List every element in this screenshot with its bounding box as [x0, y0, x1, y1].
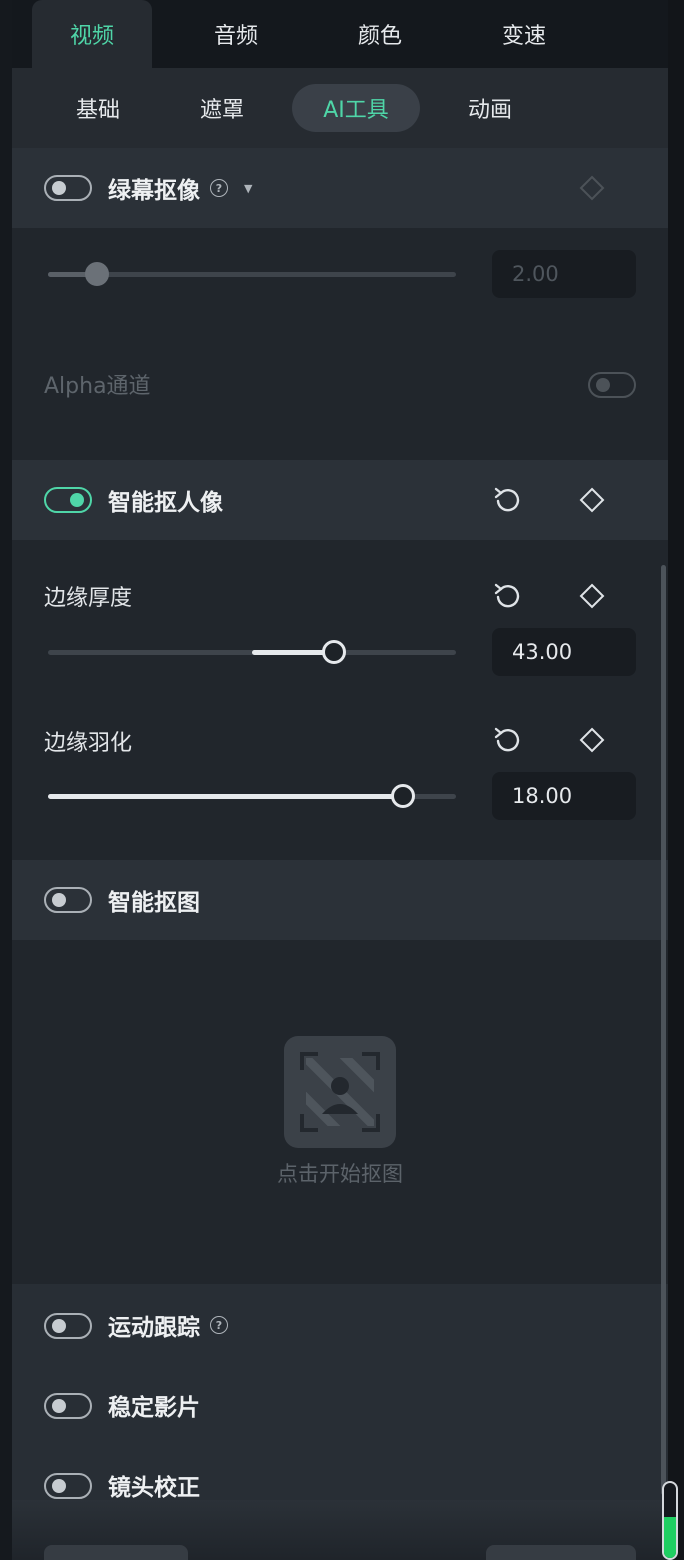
smart-cutout-toggle[interactable] [44, 887, 92, 913]
motion-tracking-toggle[interactable] [44, 1313, 92, 1339]
subtab-mask[interactable]: 遮罩 [180, 84, 264, 132]
help-icon[interactable]: ? [210, 179, 228, 197]
right-edge-strip [668, 0, 684, 1560]
audio-level-meter [662, 1481, 678, 1560]
subtab-animation[interactable]: 动画 [448, 84, 532, 132]
reset-icon[interactable] [490, 578, 526, 614]
subtab-basic[interactable]: 基础 [56, 84, 140, 132]
keyframe-diamond-icon[interactable] [574, 170, 610, 206]
stabilize-title: 稳定影片 [108, 1395, 200, 1421]
start-cutout-link[interactable]: 点击开始抠图 [12, 1158, 668, 1188]
dropdown-arrow-icon[interactable]: ▼ [244, 182, 252, 195]
edge-feather-label: 边缘羽化 [44, 731, 133, 756]
reset-all-button[interactable] [44, 1545, 188, 1560]
green-screen-value[interactable]: 2.00 [492, 250, 636, 298]
smart-cutout-header: 智能抠图 [12, 860, 668, 940]
edge-feather-value[interactable]: 18.00 [492, 772, 636, 820]
smart-cutout-title: 智能抠图 [108, 890, 200, 916]
top-tab-bar: 视频 音频 颜色 变速 [12, 0, 668, 68]
edge-thickness-slider[interactable] [48, 637, 456, 667]
green-screen-title-row: 绿幕抠像 ? ▼ [108, 148, 252, 228]
help-icon[interactable]: ? [210, 1316, 228, 1334]
properties-panel: 视频 音频 颜色 变速 基础 遮罩 AI工具 动画 绿幕抠像 ? ▼ 2.00 … [12, 0, 668, 1560]
tab-video[interactable]: 视频 [32, 0, 152, 68]
edge-thickness-value[interactable]: 43.00 [492, 628, 636, 676]
reset-icon[interactable] [490, 722, 526, 758]
ok-button[interactable] [486, 1545, 636, 1560]
left-edge-strip [0, 0, 12, 1560]
reset-icon[interactable] [490, 482, 526, 518]
tab-audio[interactable]: 音频 [176, 0, 296, 68]
green-screen-title: 绿幕抠像 [108, 178, 200, 204]
smart-portrait-toggle[interactable] [44, 487, 92, 513]
sub-tab-bar: 基础 遮罩 AI工具 动画 [12, 68, 668, 148]
motion-tracking-row: 运动跟踪 ? [108, 1308, 228, 1342]
cutout-image-icon[interactable] [284, 1036, 396, 1148]
keyframe-diamond-icon[interactable] [574, 578, 610, 614]
green-screen-slider[interactable] [48, 259, 456, 289]
green-screen-toggle[interactable] [44, 175, 92, 201]
alpha-channel-label: Alpha通道 [44, 374, 151, 399]
alpha-channel-toggle[interactable] [588, 372, 636, 398]
subtab-ai-tools[interactable]: AI工具 [292, 84, 420, 132]
smart-portrait-header: 智能抠人像 [12, 460, 668, 540]
lens-correction-toggle[interactable] [44, 1473, 92, 1499]
edge-feather-slider[interactable] [48, 781, 456, 811]
tab-color[interactable]: 颜色 [320, 0, 440, 68]
keyframe-diamond-icon[interactable] [574, 482, 610, 518]
lens-correction-title: 镜头校正 [108, 1475, 200, 1501]
smart-portrait-title: 智能抠人像 [108, 490, 223, 516]
tab-speed[interactable]: 变速 [464, 0, 584, 68]
stabilize-toggle[interactable] [44, 1393, 92, 1419]
motion-tracking-title: 运动跟踪 [108, 1315, 200, 1341]
keyframe-diamond-icon[interactable] [574, 722, 610, 758]
edge-thickness-label: 边缘厚度 [44, 586, 133, 611]
green-screen-header: 绿幕抠像 ? ▼ [12, 148, 668, 228]
panel-scrollbar[interactable] [661, 565, 666, 1495]
